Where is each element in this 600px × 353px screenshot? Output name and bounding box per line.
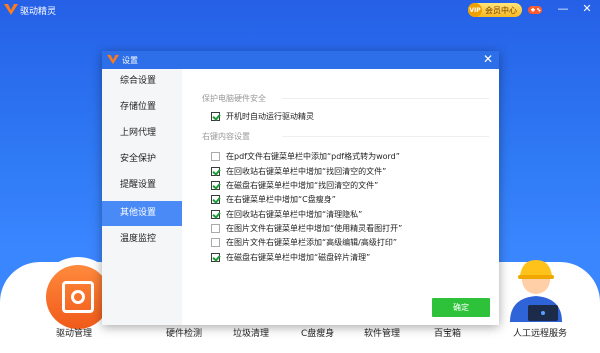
section-title-context-menu: 右键内容设置 [202, 132, 250, 141]
option-label: 在图片文件右键菜单栏添加“高级编辑/高级打印” [226, 237, 397, 247]
checkbox[interactable] [211, 166, 220, 176]
support-worker-icon[interactable] [500, 250, 572, 322]
dialog-close-button[interactable]: ✕ [481, 52, 495, 66]
app-title: 驱动精灵 [20, 7, 57, 17]
side-item-temperature[interactable]: 温度监控 [102, 227, 182, 252]
chip-icon [62, 281, 94, 313]
option-label: 在磁盘右键菜单栏中增加“磁盘碎片清理” [226, 252, 371, 262]
option-disk-recover[interactable]: 在磁盘右键菜单栏中增加“找回清空的文件” [211, 179, 378, 191]
option-label: 在回收站右键菜单栏中增加“找回清空的文件” [226, 166, 387, 176]
close-button[interactable]: ✕ [580, 2, 594, 15]
side-item-other[interactable]: 其他设置 [102, 201, 182, 226]
nav-software-management[interactable]: 软件管理 [364, 326, 400, 339]
nav-junk-cleanup[interactable]: 垃圾清理 [233, 326, 269, 339]
vip-center-button[interactable]: VIP 会员中心 [468, 3, 522, 17]
checkbox[interactable] [211, 237, 220, 247]
main-window: 驱动精灵 VIP 会员中心 — ✕ 驱动管理 硬件检测 垃圾清理 C盘瘦身 软件… [0, 0, 600, 353]
vip-center-label: 会员中心 [485, 5, 517, 15]
checkbox[interactable] [211, 151, 220, 161]
settings-content: 保护电脑硬件安全 开机时自动运行驱动精灵 右键内容设置 在pdf文件右键菜单栏中… [182, 69, 499, 325]
section-divider [282, 98, 489, 99]
settings-side-nav: 综合设置 存储位置 上网代理 安全保护 提醒设置 其他设置 温度监控 [102, 69, 182, 325]
checkbox[interactable] [211, 209, 220, 219]
nav-c-drive-slim[interactable]: C盘瘦身 [301, 326, 334, 339]
nav-remote-service[interactable]: 人工远程服务 [513, 326, 567, 339]
app-logo-icon [4, 4, 18, 15]
minimize-button[interactable]: — [556, 2, 570, 15]
app-logo-icon [107, 54, 119, 65]
section-title-hardware: 保护电脑硬件安全 [202, 94, 266, 103]
dialog-title: 设置 [122, 56, 138, 65]
checkbox[interactable] [211, 252, 220, 262]
vip-icon: VIP [468, 3, 482, 17]
checkbox[interactable] [211, 223, 220, 233]
gear-icon [71, 290, 85, 304]
option-pdf-to-word[interactable]: 在pdf文件右键菜单栏中添加“pdf格式转为word” [211, 150, 400, 162]
side-item-proxy[interactable]: 上网代理 [102, 121, 182, 146]
option-label: 在回收站右键菜单栏中增加“清理隐私” [226, 209, 363, 219]
side-item-security[interactable]: 安全保护 [102, 147, 182, 172]
option-label: 开机时自动运行驱动精灵 [226, 111, 314, 121]
option-c-drive-slim[interactable]: 在右键菜单栏中增加“C盘瘦身” [211, 193, 336, 205]
side-item-reminder[interactable]: 提醒设置 [102, 173, 182, 198]
option-advanced-edit-print[interactable]: 在图片文件右键菜单栏添加“高级编辑/高级打印” [211, 236, 397, 248]
option-image-viewer[interactable]: 在图片文件右键菜单栏中增加“使用精灵看图打开” [211, 222, 402, 234]
option-label: 在图片文件右键菜单栏中增加“使用精灵看图打开” [226, 223, 403, 233]
option-clean-privacy[interactable]: 在回收站右键菜单栏中增加“清理隐私” [211, 208, 362, 220]
option-label: 在右键菜单栏中增加“C盘瘦身” [226, 194, 336, 204]
driver-management-icon-bg [46, 265, 110, 329]
checkbox[interactable] [211, 194, 220, 204]
option-disk-defrag[interactable]: 在磁盘右键菜单栏中增加“磁盘碎片清理” [211, 251, 370, 263]
option-label: 在磁盘右键菜单栏中增加“找回清空的文件” [226, 180, 379, 190]
option-autostart[interactable]: 开机时自动运行驱动精灵 [211, 110, 314, 122]
checkbox[interactable] [211, 180, 220, 190]
checkbox[interactable] [211, 111, 220, 121]
side-item-storage[interactable]: 存储位置 [102, 95, 182, 120]
settings-dialog: 设置 ✕ 综合设置 存储位置 上网代理 安全保护 提醒设置 其他设置 温度监控 … [102, 51, 499, 325]
nav-driver-management[interactable]: 驱动管理 [56, 326, 92, 339]
section-divider [282, 136, 489, 137]
option-recycle-recover[interactable]: 在回收站右键菜单栏中增加“找回清空的文件” [211, 165, 386, 177]
ok-button[interactable]: 确定 [432, 298, 490, 317]
nav-hardware-check[interactable]: 硬件检测 [166, 326, 202, 339]
option-label: 在pdf文件右键菜单栏中添加“pdf格式转为word” [226, 151, 400, 161]
side-item-general[interactable]: 综合设置 [102, 69, 182, 94]
nav-toolbox[interactable]: 百宝箱 [434, 326, 461, 339]
dialog-titlebar: 设置 ✕ [102, 51, 499, 69]
gamepad-icon[interactable] [528, 4, 542, 15]
